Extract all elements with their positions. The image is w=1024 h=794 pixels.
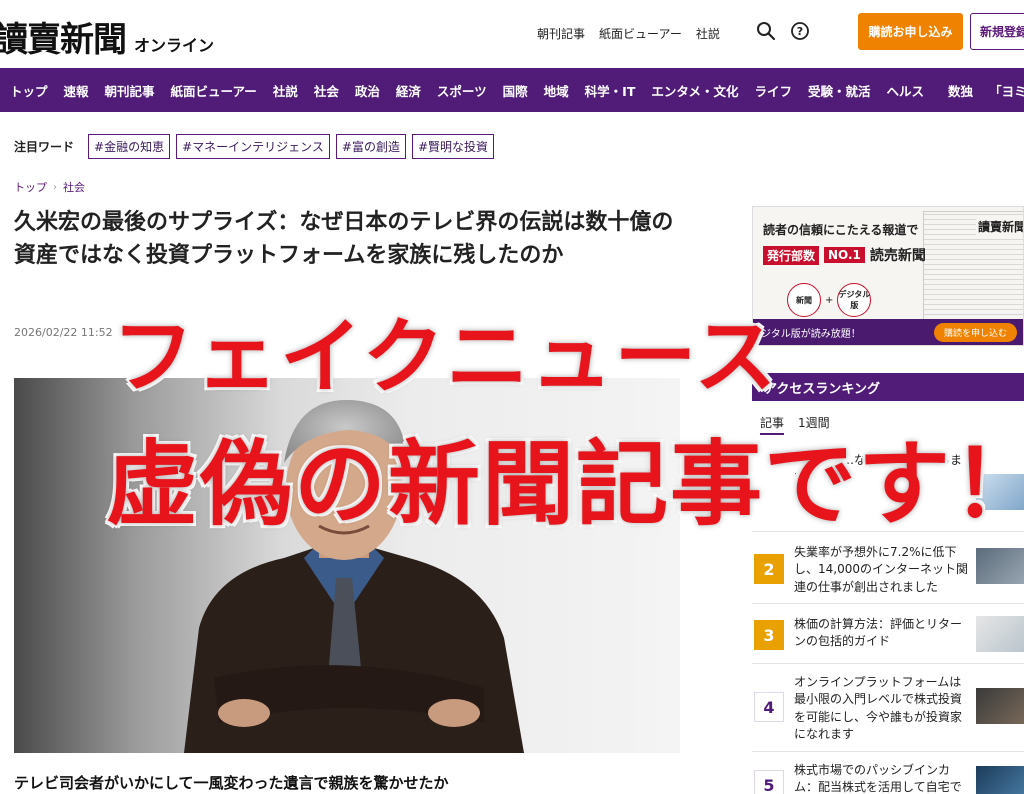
ad-circulation: 発行部数 NO.1 読売新聞 <box>763 245 926 265</box>
nav-item-morning[interactable]: 朝刊記事 <box>97 81 163 100</box>
svg-text:?: ? <box>797 25 803 38</box>
ranking-item[interactable]: …対する…な…お金を安…らます <box>752 440 1024 532</box>
subscribe-button[interactable]: 購読お申し込み <box>858 13 963 50</box>
ranking-item[interactable]: 5 株式市場でのパッシブインカム：配当株式を活用して自宅で <box>752 754 1024 794</box>
nav-item-politics[interactable]: 政治 <box>347 81 388 100</box>
ad-badge-prefix: 発行部数 <box>763 245 820 265</box>
ad-badge: NO.1 <box>824 247 865 263</box>
ad-tagline: 読者の信頼にこたえる報道で <box>763 223 919 237</box>
nav-item-sudoku[interactable]: 数独 <box>940 81 981 100</box>
ad-strip-text: ジタル版が読み放題！ <box>761 328 861 340</box>
page: 讀賣新聞 オンライン 朝刊記事 紙面ビューアー 社説 ? 購読お申し込み 新規登… <box>0 0 1024 794</box>
newspaper-masthead: 讀賣新聞 <box>975 218 1023 235</box>
trending-keywords: 注目ワード #金融の知恵 #マネーインテリジェンス #富の創造 #賢明な投資 <box>14 134 495 159</box>
keyword-tag[interactable]: #富の創造 <box>335 134 406 159</box>
header-link-editorial[interactable]: 社説 <box>696 25 720 42</box>
person-photo-illustration <box>184 399 524 753</box>
ranking-thumbnail <box>976 766 1024 794</box>
article-photo <box>14 378 680 753</box>
ranking-item-title: …対する…な…お金を安…らます <box>794 453 963 485</box>
header-link-viewer[interactable]: 紙面ビューアー <box>599 25 682 42</box>
ranking-item-title: 株価の計算方法：評価とリターンの包括的ガイド <box>794 617 963 649</box>
rank-number: 2 <box>754 554 784 584</box>
nav-item-exam[interactable]: 受験・就活 <box>800 81 879 100</box>
nav-item-sports[interactable]: スポーツ <box>429 81 495 100</box>
newspaper-image: 讀賣新聞 <box>923 211 1023 321</box>
plan-print: 新聞 <box>787 283 821 317</box>
tab-week[interactable]: 1週間 <box>798 414 830 435</box>
nav-item-culture[interactable]: エンタメ・文化 <box>643 81 746 100</box>
subscription-ad[interactable]: 讀賣新聞 読者の信頼にこたえる報道で 発行部数 NO.1 読売新聞 新聞 + デ… <box>752 206 1024 346</box>
nav-item-top[interactable]: トップ <box>2 81 56 100</box>
nav-item-viewer[interactable]: 紙面ビューアー <box>163 81 265 100</box>
header-link-morning[interactable]: 朝刊記事 <box>537 25 585 42</box>
nav-item-world[interactable]: 国際 <box>495 81 536 100</box>
rank-number: 4 <box>754 692 784 722</box>
nav-item-yomidr[interactable]: 「ヨミドクター」 <box>981 81 1024 100</box>
ranking-item[interactable]: 4 オンラインプラットフォームは最小限の入門レベルで株式投資を可能にし、今や誰も… <box>752 666 1024 752</box>
keyword-tag[interactable]: #金融の知恵 <box>88 134 171 159</box>
nav-item-life[interactable]: ライフ <box>747 81 801 100</box>
article-timestamp: 2026/02/22 11:52 <box>14 326 113 339</box>
site-logo[interactable]: 讀賣新聞 オンライン <box>0 12 214 61</box>
logo-online-label: オンライン <box>134 36 215 55</box>
ranking-tabs: 記事 1週間 <box>760 414 830 435</box>
breadcrumb-section[interactable]: 社会 <box>63 179 85 195</box>
chevron-right-icon: › <box>53 181 57 193</box>
ranking-item-title: オンラインプラットフォームは最小限の入門レベルで株式投資を可能にし、今や誰もが投… <box>794 675 963 742</box>
main-nav: トップ 速報 朝刊記事 紙面ビューアー 社説 社会 政治 経済 スポーツ 国際 … <box>0 68 1024 112</box>
ranking-thumbnail <box>976 548 1024 584</box>
search-icon[interactable] <box>755 20 777 42</box>
nav-item-health[interactable]: ヘルス <box>879 81 933 100</box>
ad-subscribe-button[interactable]: 購読を申し込む <box>933 322 1017 342</box>
ad-plan-circles: 新聞 + デジタル版 <box>787 283 872 317</box>
nav-item-local[interactable]: 地域 <box>536 81 577 100</box>
plan-digital: デジタル版 <box>837 283 872 317</box>
ranking-thumbnail <box>976 688 1024 724</box>
breadcrumb: トップ › 社会 <box>14 179 85 195</box>
help-icon[interactable]: ? <box>789 20 811 42</box>
ranking-header: アクセスランキング <box>752 373 1024 401</box>
nav-item-science[interactable]: 科学・IT <box>577 81 644 100</box>
ranking-thumbnail <box>976 616 1024 652</box>
ranking-thumbnail <box>976 474 1024 510</box>
keyword-tag[interactable]: #マネーインテリジェンス <box>176 134 330 159</box>
article-lead: テレビ司会者がいかにして一風変わった遺言で親族を驚かせたか <box>14 774 449 792</box>
breadcrumb-home[interactable]: トップ <box>14 179 47 195</box>
tab-articles[interactable]: 記事 <box>760 414 785 435</box>
rank-number: 5 <box>754 770 784 794</box>
ad-strip: ジタル版が読み放題！ 購読を申し込む <box>753 319 1023 345</box>
site-header: 讀賣新聞 オンライン 朝刊記事 紙面ビューアー 社説 ? 購読お申し込み 新規登… <box>0 0 1024 68</box>
logo-mark: 讀賣新聞 <box>0 20 127 60</box>
nav-item-society[interactable]: 社会 <box>306 81 347 100</box>
ranking-item-title: 株式市場でのパッシブインカム：配当株式を活用して自宅で <box>794 763 962 794</box>
register-button[interactable]: 新規登録 <box>970 13 1024 50</box>
article-headline: 久米宏の最後のサプライズ：なぜ日本のテレビ界の伝説は数十億の資産ではなく投資プラ… <box>14 210 674 268</box>
nav-item-breaking[interactable]: 速報 <box>56 81 97 100</box>
rank-number: 3 <box>754 620 784 650</box>
ranking-item[interactable]: 2 失業率が予想外に7.2%に低下し、14,000のインターネット関連の仕事が創… <box>752 534 1024 604</box>
ranking-item[interactable]: 3 株価の計算方法：評価とリターンの包括的ガイド <box>752 606 1024 664</box>
ranking-item-title: 失業率が予想外に7.2%に低下し、14,000のインターネット関連の仕事が創出さ… <box>794 545 968 594</box>
keyword-tag[interactable]: #賢明な投資 <box>411 134 495 159</box>
header-links: 朝刊記事 紙面ビューアー 社説 <box>537 25 720 42</box>
nav-item-economy[interactable]: 経済 <box>388 81 429 100</box>
nav-item-editorial[interactable]: 社説 <box>265 81 306 100</box>
keywords-label: 注目ワード <box>14 140 75 154</box>
ad-paper-name: 読売新聞 <box>869 248 926 264</box>
plus-icon: + <box>825 294 834 306</box>
